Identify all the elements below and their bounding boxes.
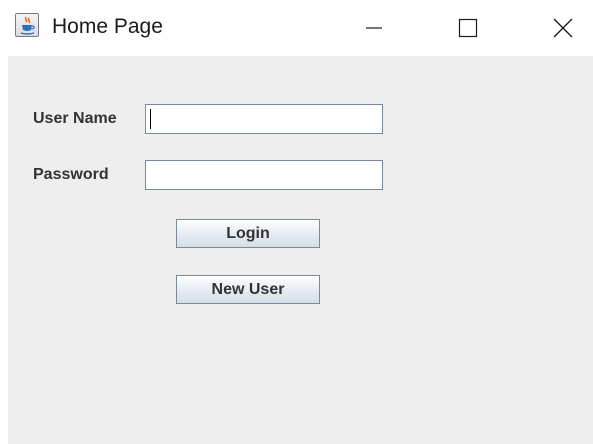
close-button[interactable] <box>535 0 591 56</box>
maximize-icon <box>458 18 478 38</box>
window-title: Home Page <box>52 15 163 38</box>
close-icon <box>553 18 573 38</box>
java-cup-icon[interactable] <box>15 13 39 37</box>
new-user-button[interactable]: New User <box>176 275 320 304</box>
content-panel: User Name Password Login New User <box>8 56 593 444</box>
login-button[interactable]: Login <box>176 219 320 248</box>
minimize-button[interactable] <box>346 0 402 56</box>
password-input[interactable] <box>145 160 383 190</box>
password-label: Password <box>33 166 109 183</box>
username-input[interactable] <box>145 104 383 134</box>
username-label: User Name <box>33 110 117 127</box>
text-caret <box>150 109 151 129</box>
title-bar[interactable]: Home Page <box>0 0 593 56</box>
maximize-button[interactable] <box>440 0 496 56</box>
app-window: Home Page User Name Password Login New U… <box>0 0 593 444</box>
minimize-icon <box>366 27 382 29</box>
